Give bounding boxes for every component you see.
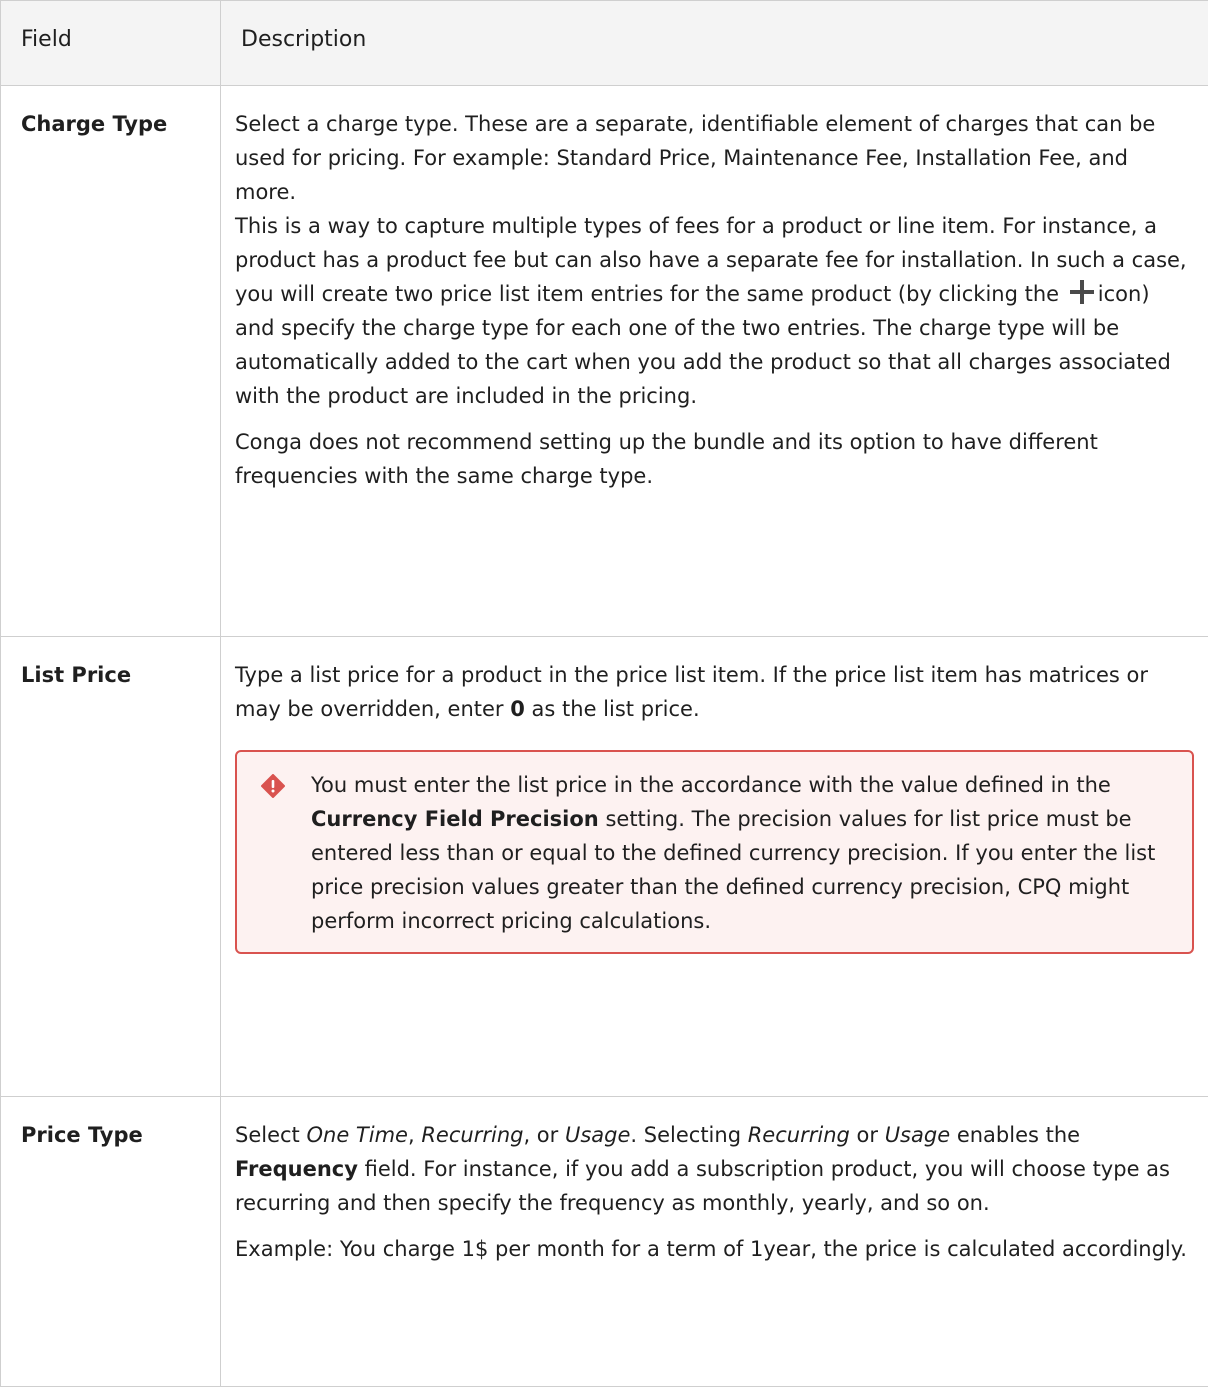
pt-usage: Usage [565,1123,630,1147]
pt-t4: . Selecting [630,1123,741,1147]
table-header-row: Field Description [1,1,1208,86]
warning-callout: You must enter the list price in the acc… [235,750,1194,954]
pt-t2: , [408,1123,415,1147]
list-price-paragraph-1: Type a list price for a product in the p… [235,658,1194,726]
warning-text-before: You must enter the list price in the acc… [311,773,1111,797]
pt-t5: or [857,1123,878,1147]
plus-icon [1070,280,1094,304]
price-type-paragraph-2: Example: You charge 1$ per month for a t… [235,1232,1194,1266]
charge-type-paragraph-1: Select a charge type. These are a separa… [235,107,1194,209]
warning-setting-name: Currency Field Precision [311,807,599,831]
header-description: Description [221,1,1208,86]
field-name-price-type: Price Type [1,1097,221,1387]
list-price-zero: 0 [510,697,525,721]
pt-usage-2: Usage [885,1123,950,1147]
charge-type-paragraph-2: This is a way to capture multiple types … [235,209,1194,413]
field-description-list-price: Type a list price for a product in the p… [221,637,1208,1097]
pt-recurring: Recurring [421,1123,523,1147]
header-field: Field [1,1,221,86]
list-price-p1-after: as the list price. [532,697,700,721]
pt-recurring-2: Recurring [748,1123,850,1147]
field-name-charge-type: Charge Type [1,86,221,637]
pt-t1: Select [235,1123,300,1147]
field-name-list-price: List Price [1,637,221,1097]
table-row: Price Type Select One Time, Recurring, o… [1,1097,1208,1387]
field-description-price-type: Select One Time, Recurring, or Usage. Se… [221,1097,1208,1387]
table-row: Charge Type Select a charge type. These … [1,86,1208,637]
price-type-paragraph-1: Select One Time, Recurring, or Usage. Se… [235,1118,1194,1220]
warning-diamond-icon [261,774,285,798]
pt-t3: , or [523,1123,558,1147]
pt-frequency: Frequency [235,1157,358,1181]
table-row: List Price Type a list price for a produ… [1,637,1208,1097]
field-description-charge-type: Select a charge type. These are a separa… [221,86,1208,637]
fields-table: Field Description Charge Type Select a c… [0,0,1208,1387]
pt-one-time: One Time [306,1123,407,1147]
charge-type-p2-before: This is a way to capture multiple types … [235,214,1187,306]
charge-type-paragraph-3: Conga does not recommend setting up the … [235,425,1194,493]
pt-t6: enables the [957,1123,1080,1147]
pt-t7: field. For instance, if you add a subscr… [235,1157,1170,1215]
